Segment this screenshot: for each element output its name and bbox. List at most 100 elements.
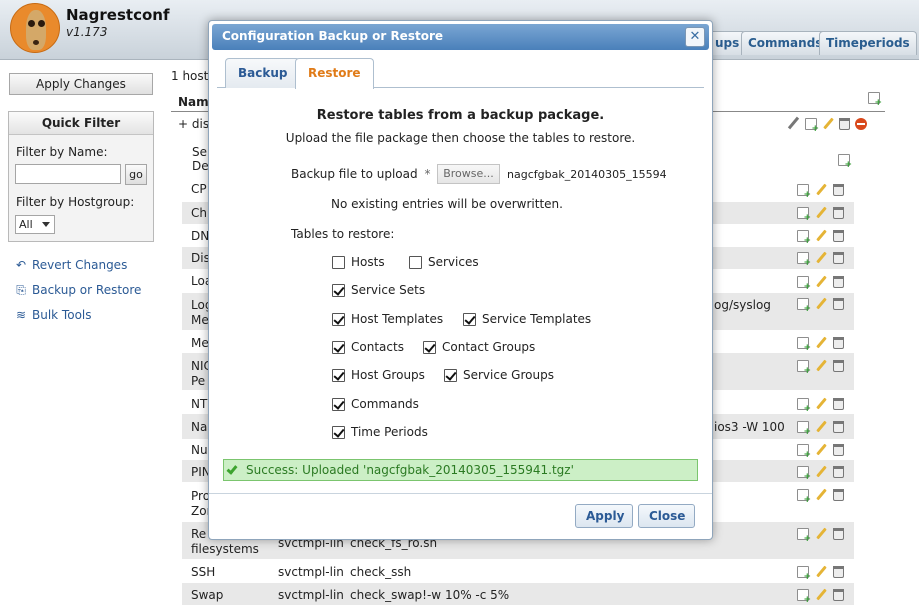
checkbox-box[interactable]	[332, 425, 345, 439]
trash-icon[interactable]	[833, 444, 844, 456]
disable-icon[interactable]	[855, 117, 867, 130]
checkbox-box[interactable]	[409, 255, 422, 269]
tab-restore[interactable]: Restore	[295, 58, 374, 89]
trash-icon[interactable]	[833, 528, 844, 540]
clone-icon[interactable]	[797, 230, 811, 246]
checkbox-contact-groups[interactable]: Contact Groups	[423, 340, 535, 354]
dialog-titlebar[interactable]: Configuration Backup or Restore ✕	[212, 24, 709, 50]
edit-icon[interactable]	[815, 444, 827, 456]
service-name-fragment: Na	[191, 420, 208, 434]
close-icon[interactable]: ✕	[685, 27, 705, 47]
apply-changes-button[interactable]: Apply Changes	[9, 73, 153, 95]
trash-icon[interactable]	[833, 207, 844, 219]
clone-icon[interactable]	[797, 444, 811, 460]
clone-icon[interactable]	[805, 117, 819, 134]
edit-icon[interactable]	[815, 566, 827, 578]
trash-icon[interactable]	[833, 489, 844, 501]
upload-success-message: Success: Uploaded 'nagcfgbak_20140305_15…	[223, 459, 698, 481]
trash-icon[interactable]	[839, 117, 850, 130]
edit-icon[interactable]	[815, 184, 827, 196]
add-host-icon[interactable]	[868, 92, 882, 108]
backup-restore-link[interactable]: ⎘ Backup or Restore	[15, 282, 141, 298]
trash-icon[interactable]	[833, 298, 844, 310]
trash-icon[interactable]	[833, 589, 844, 601]
clone-icon[interactable]	[797, 184, 811, 200]
edit-icon[interactable]	[815, 298, 827, 310]
edit-icon[interactable]	[815, 337, 827, 349]
trash-icon[interactable]	[833, 421, 844, 433]
clone-icon[interactable]	[797, 252, 811, 268]
edit-icon[interactable]	[815, 528, 827, 540]
clone-icon[interactable]	[797, 398, 811, 414]
clone-icon[interactable]	[797, 421, 811, 437]
edit-icon[interactable]	[815, 489, 827, 501]
clone-icon[interactable]	[797, 360, 811, 376]
checkbox-service-templates[interactable]: Service Templates	[463, 312, 591, 326]
checkbox-box[interactable]	[332, 397, 345, 411]
tab-timeperiods[interactable]: Timeperiods	[819, 31, 917, 55]
trash-icon[interactable]	[833, 566, 844, 578]
tab-backup[interactable]: Backup	[225, 58, 301, 88]
host-toolbar	[787, 117, 867, 134]
checkbox-box[interactable]	[463, 312, 476, 326]
edit-icon[interactable]	[815, 230, 827, 242]
checkbox-host-templates[interactable]: Host Templates	[332, 312, 443, 326]
edit-icon[interactable]	[815, 421, 827, 433]
edit-icon[interactable]	[815, 276, 827, 288]
checkbox-box[interactable]	[332, 340, 345, 354]
browse-button[interactable]: Browse...	[437, 164, 500, 184]
close-button[interactable]: Close	[638, 504, 695, 528]
clone-icon[interactable]	[797, 207, 811, 223]
add-service-icon[interactable]	[838, 154, 852, 170]
filter-name-input[interactable]	[15, 164, 121, 184]
checkbox-service-groups[interactable]: Service Groups	[444, 368, 554, 382]
trash-icon[interactable]	[833, 337, 844, 349]
checkbox-host-groups[interactable]: Host Groups	[332, 368, 425, 382]
checkbox-services[interactable]: Services	[409, 255, 479, 269]
trash-icon[interactable]	[833, 230, 844, 242]
checkbox-commands[interactable]: Commands	[332, 397, 419, 411]
checkbox-service-sets[interactable]: Service Sets	[332, 283, 425, 297]
edit-icon[interactable]	[822, 118, 834, 130]
tab-commands[interactable]: Commands	[741, 31, 830, 55]
checkbox-box[interactable]	[332, 312, 345, 326]
edit-icon[interactable]	[815, 466, 827, 478]
wrench-icon[interactable]	[787, 117, 800, 130]
trash-icon[interactable]	[833, 184, 844, 196]
checkbox-box[interactable]	[423, 340, 436, 354]
bulk-tools-link[interactable]: ≋ Bulk Tools	[15, 307, 92, 323]
revert-changes-link[interactable]: ↶ Revert Changes	[15, 257, 127, 273]
clone-icon[interactable]	[797, 466, 811, 482]
checkbox-label: Contacts	[351, 340, 404, 354]
checkbox-time-periods[interactable]: Time Periods	[332, 425, 428, 439]
clone-icon[interactable]	[797, 276, 811, 292]
edit-icon[interactable]	[815, 252, 827, 264]
hostgroup-select[interactable]: All	[15, 215, 55, 234]
checkbox-contacts[interactable]: Contacts	[332, 340, 404, 354]
checkbox-box[interactable]	[332, 255, 345, 269]
trash-icon[interactable]	[833, 360, 844, 372]
edit-icon[interactable]	[815, 360, 827, 372]
clone-icon[interactable]	[797, 489, 811, 505]
clone-icon[interactable]	[797, 528, 811, 544]
checkbox-label: Hosts	[351, 255, 385, 269]
filter-by-hostgroup-label: Filter by Hostgroup:	[16, 195, 135, 209]
trash-icon[interactable]	[833, 276, 844, 288]
clone-icon[interactable]	[797, 566, 811, 582]
clone-icon[interactable]	[797, 337, 811, 353]
go-button[interactable]: go	[125, 164, 147, 185]
clone-icon[interactable]	[797, 298, 811, 314]
revert-icon: ↶	[15, 258, 27, 272]
apply-button[interactable]: Apply	[575, 504, 633, 528]
checkbox-box[interactable]	[332, 283, 345, 297]
edit-icon[interactable]	[815, 207, 827, 219]
checkbox-box[interactable]	[332, 368, 345, 382]
checkbox-box[interactable]	[444, 368, 457, 382]
trash-icon[interactable]	[833, 466, 844, 478]
edit-icon[interactable]	[815, 589, 827, 601]
edit-icon[interactable]	[815, 398, 827, 410]
checkbox-hosts[interactable]: Hosts	[332, 255, 385, 269]
clone-icon[interactable]	[797, 589, 811, 605]
trash-icon[interactable]	[833, 252, 844, 264]
trash-icon[interactable]	[833, 398, 844, 410]
